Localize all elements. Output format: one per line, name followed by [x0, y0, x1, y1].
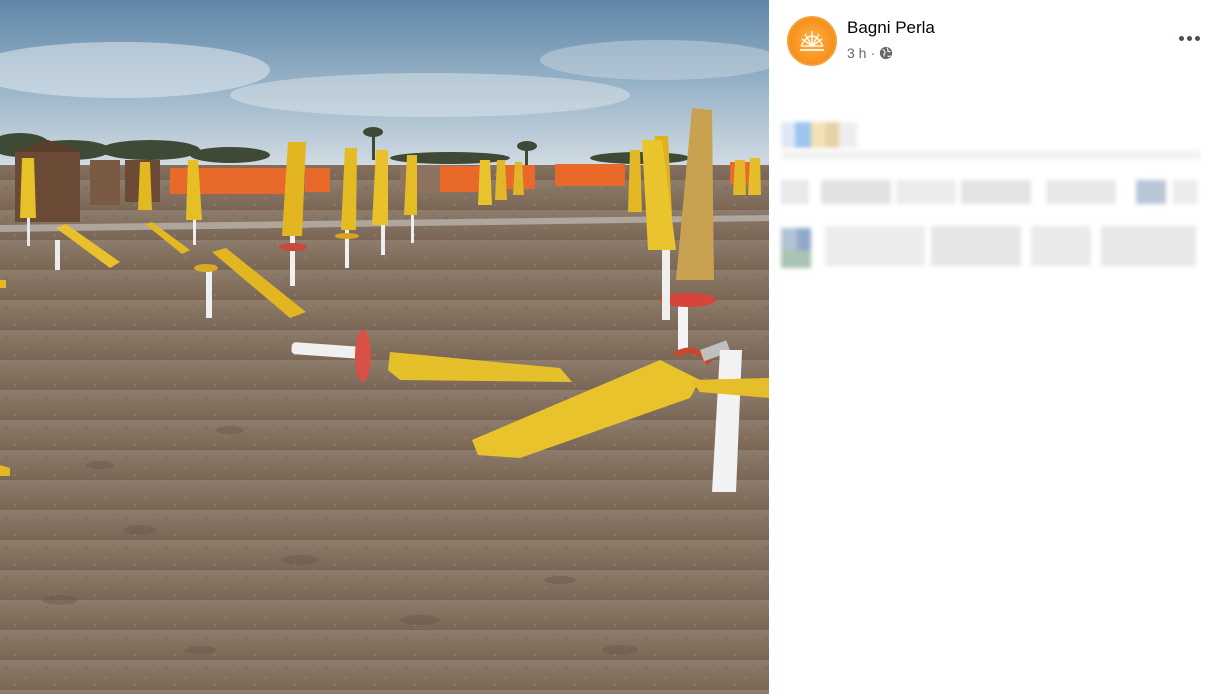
more-dot [1178, 35, 1184, 41]
more-options-icon[interactable] [1171, 24, 1207, 52]
more-dot [1194, 35, 1200, 41]
more-dot [1186, 35, 1192, 41]
post-sidebar: Bagni Perla 3 h · [769, 0, 1217, 694]
post-header: Bagni Perla 3 h · [787, 16, 1207, 68]
blurred-caption-line-1 [781, 118, 857, 152]
beach-scene [0, 0, 769, 694]
globe-icon[interactable] [879, 46, 893, 60]
post-meta: 3 h · [847, 44, 893, 62]
meta-separator: · [870, 45, 876, 61]
page-name-link[interactable]: Bagni Perla [847, 18, 935, 38]
shell-logo-icon[interactable] [787, 16, 837, 66]
blurred-caption-line-3 [781, 176, 1201, 210]
post-photo[interactable] [0, 0, 769, 694]
blurred-caption-line-2 [781, 150, 1201, 160]
post-timestamp[interactable]: 3 h [847, 45, 866, 61]
shell-logo-graphic [800, 31, 824, 51]
blurred-caption-line-4 [781, 222, 1201, 272]
